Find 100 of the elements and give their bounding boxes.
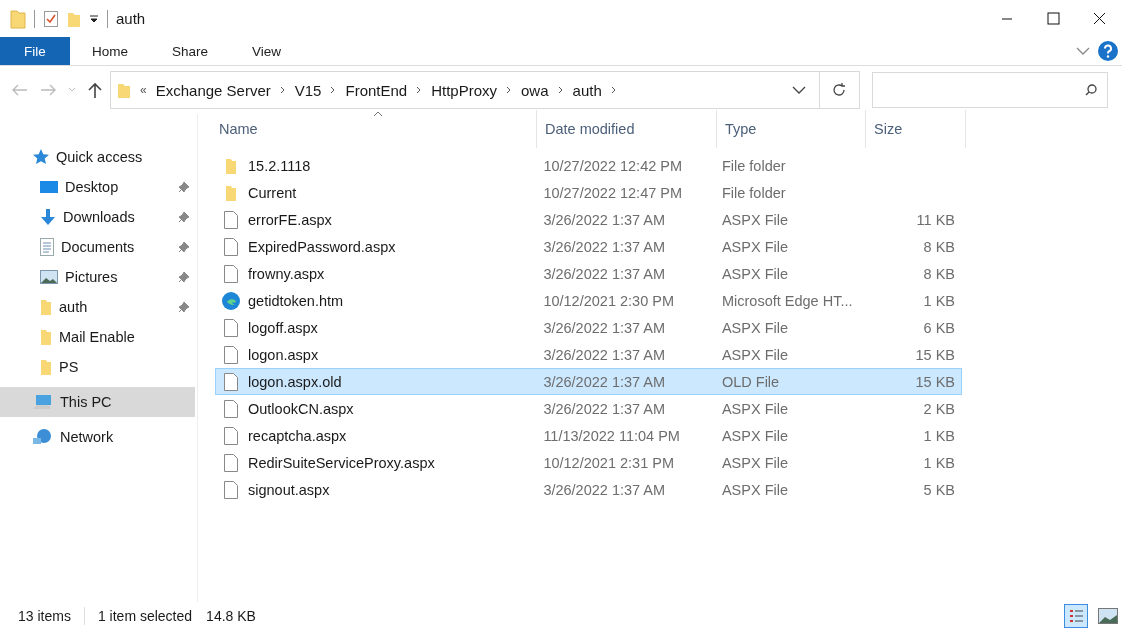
down-arrow-icon — [40, 209, 56, 225]
sidebar-item[interactable]: PS — [0, 352, 195, 382]
sidebar-item[interactable]: Downloads — [0, 202, 195, 232]
file-row[interactable]: recaptcha.aspx 11/13/2022 11:04 PM ASPX File 1 KB — [215, 422, 962, 449]
file-row[interactable]: errorFE.aspx 3/26/2022 1:37 AM ASPX File 11 KB — [215, 206, 962, 233]
large-icons-view-icon[interactable] — [1098, 608, 1118, 624]
file-icon — [222, 237, 240, 256]
breadcrumb[interactable]: FrontEnd — [345, 81, 408, 99]
sidebar-item[interactable]: Quick access — [0, 142, 195, 172]
date-cell: 10/27/2022 12:47 PM — [543, 184, 683, 201]
type-cell: ASPX File — [721, 238, 789, 255]
sidebar-label: Pictures — [65, 269, 118, 285]
type-cell: ASPX File — [721, 454, 789, 471]
sidebar-label: Mail Enable — [59, 329, 135, 345]
address-bar[interactable]: « Exchange Server V15 FrontEnd HttpProxy owa auth — [110, 71, 860, 109]
size-cell: 8 KB — [923, 265, 955, 282]
size-cell: 8 KB — [923, 238, 955, 255]
breadcrumb[interactable]: owa — [521, 81, 549, 99]
file-icon — [222, 480, 240, 499]
sidebar-item[interactable]: Pictures — [0, 262, 195, 292]
folder-icon — [10, 8, 26, 29]
breadcrumb[interactable]: Exchange Server — [155, 81, 271, 99]
column-header[interactable]: Type — [717, 110, 866, 148]
chevron-right-icon[interactable] — [610, 86, 617, 94]
file-row[interactable]: logoff.aspx 3/26/2022 1:37 AM ASPX File 6 KB — [215, 314, 962, 341]
folder-icon — [40, 298, 52, 316]
type-cell: ASPX File — [721, 211, 789, 228]
chevron-right-icon[interactable] — [557, 86, 564, 94]
file-name: errorFE.aspx — [248, 211, 332, 228]
column-header[interactable]: Size — [866, 110, 966, 148]
sidebar-item[interactable]: Mail Enable — [0, 322, 195, 352]
type-cell: ASPX File — [721, 346, 789, 363]
up-arrow-icon[interactable] — [88, 82, 102, 98]
ribbon-tab[interactable]: File — [0, 37, 70, 65]
file-row[interactable]: Current 10/27/2022 12:47 PM File folder — [215, 179, 962, 206]
column-header[interactable]: Date modified — [537, 110, 717, 148]
sidebar-label: auth — [59, 299, 88, 315]
file-icon — [222, 372, 240, 391]
file-name: frowny.aspx — [248, 265, 325, 282]
help-icon[interactable] — [1098, 41, 1118, 61]
properties-icon[interactable] — [43, 9, 59, 28]
file-row[interactable]: logon.aspx.old 3/26/2022 1:37 AM OLD File 15 KB — [215, 368, 962, 395]
sidebar-item[interactable]: Documents — [0, 232, 195, 262]
file-row[interactable]: ExpiredPassword.aspx 3/26/2022 1:37 AM ASPX File 8 KB — [215, 233, 962, 260]
sidebar-item[interactable]: This PC — [0, 387, 195, 417]
file-row[interactable]: RedirSuiteServiceProxy.aspx 10/12/2021 2:31 PM ASPX File 1 KB — [215, 449, 962, 476]
type-cell: ASPX File — [721, 319, 789, 336]
browser-icon — [222, 291, 240, 310]
breadcrumb[interactable]: auth — [572, 81, 602, 99]
sidebar-item[interactable]: Network — [0, 422, 195, 452]
file-row[interactable]: 15.2.1118 10/27/2022 12:42 PM File folder — [215, 152, 962, 179]
type-cell: ASPX File — [721, 400, 789, 417]
refresh-icon[interactable] — [831, 82, 847, 98]
search-field[interactable] — [872, 72, 1108, 108]
date-cell: 3/26/2022 1:37 AM — [543, 400, 666, 417]
file-name: logon.aspx — [248, 346, 319, 363]
date-cell: 3/26/2022 1:37 AM — [543, 211, 666, 228]
date-cell: 10/12/2021 2:31 PM — [543, 454, 674, 471]
chevron-right-icon[interactable] — [330, 86, 337, 94]
desktop-icon — [40, 180, 58, 194]
sidebar-label: Downloads — [63, 209, 135, 225]
column-header[interactable]: Name — [219, 110, 537, 148]
computer-icon — [33, 394, 53, 410]
sidebar-item[interactable]: Desktop — [0, 172, 195, 202]
file-row[interactable]: getidtoken.htm 10/12/2021 2:30 PM Microsoft Edge HT... 1 KB — [215, 287, 962, 314]
file-row[interactable]: signout.aspx 3/26/2022 1:37 AM ASPX File 5 KB — [215, 476, 962, 503]
type-cell: OLD File — [721, 373, 780, 390]
size-cell: 15 KB — [915, 373, 955, 390]
overflow-chevron[interactable]: « — [140, 83, 147, 97]
folder-icon — [40, 358, 52, 376]
file-row[interactable]: logon.aspx 3/26/2022 1:37 AM ASPX File 15 KB — [215, 341, 962, 368]
date-cell: 3/26/2022 1:37 AM — [543, 346, 666, 363]
sidebar-item[interactable]: auth — [0, 292, 195, 322]
sidebar-label: This PC — [60, 394, 112, 410]
size-cell: 5 KB — [923, 481, 955, 498]
chevron-right-icon[interactable] — [279, 86, 286, 94]
dropdown-icon[interactable] — [89, 13, 99, 24]
type-cell: ASPX File — [721, 481, 789, 498]
date-cell: 3/26/2022 1:37 AM — [543, 265, 666, 282]
date-cell: 10/27/2022 12:42 PM — [543, 157, 683, 174]
date-cell: 3/26/2022 1:37 AM — [543, 319, 666, 336]
sidebar-label: PS — [59, 359, 79, 375]
sidebar-label: Quick access — [56, 149, 143, 165]
file-row[interactable]: OutlookCN.aspx 3/26/2022 1:37 AM ASPX File 2 KB — [215, 395, 962, 422]
file-row[interactable]: frowny.aspx 3/26/2022 1:37 AM ASPX File 8 KB — [215, 260, 962, 287]
chevron-right-icon[interactable] — [506, 86, 513, 94]
breadcrumb[interactable]: V15 — [294, 81, 322, 99]
date-cell: 3/26/2022 1:37 AM — [543, 238, 666, 255]
network-icon — [33, 429, 53, 445]
breadcrumb[interactable]: HttpProxy — [431, 81, 498, 99]
chevron-down-icon[interactable] — [792, 85, 806, 95]
selection-size: 14.8 KB — [206, 608, 256, 624]
type-cell: ASPX File — [721, 427, 789, 444]
file-name: logon.aspx.old — [248, 373, 342, 390]
sidebar-label: Network — [60, 429, 114, 445]
details-view-icon[interactable] — [1064, 604, 1088, 628]
size-cell: 1 KB — [923, 427, 955, 444]
file-icon — [222, 318, 240, 337]
chevron-right-icon[interactable] — [416, 86, 423, 94]
file-icon — [222, 453, 240, 472]
